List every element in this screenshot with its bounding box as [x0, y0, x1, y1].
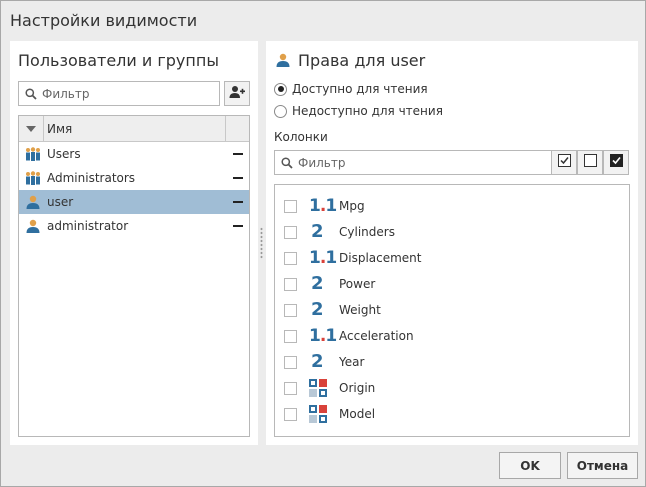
- radio-readable-button[interactable]: [274, 82, 287, 96]
- column-label: Weight: [339, 303, 381, 317]
- user-icon: [19, 195, 47, 209]
- column-item[interactable]: 1.1 Mpg: [275, 193, 629, 219]
- checkbox-checked-outline-icon: [557, 154, 571, 171]
- column-item[interactable]: 1.1 Displacement: [275, 245, 629, 271]
- row-label: Users: [47, 147, 81, 161]
- cancel-button[interactable]: Отмена: [567, 452, 638, 479]
- column-item[interactable]: Origin: [275, 375, 629, 401]
- column-label: Displacement: [339, 251, 422, 265]
- permissions-panel: Права для user Доступно для чтения Недос…: [266, 41, 638, 445]
- integer-type-icon: 2: [311, 299, 324, 320]
- users-filter[interactable]: [18, 81, 220, 106]
- column-item[interactable]: Model: [275, 401, 629, 427]
- visibility-settings-dialog: Настройки видимости Пользователи и групп…: [0, 0, 646, 487]
- columns-filter[interactable]: [274, 150, 552, 175]
- float-type-icon: 1.1: [309, 195, 337, 216]
- users-table: Имя Users Administrators user administra…: [18, 115, 250, 437]
- column-item[interactable]: 2 Power: [275, 271, 629, 297]
- category-type-icon: [309, 405, 331, 423]
- group-icon: [19, 147, 47, 161]
- row-label: Administrators: [47, 171, 136, 185]
- users-groups-panel: Пользователи и группы Имя: [10, 41, 258, 445]
- category-type-icon: [309, 379, 331, 397]
- group-icon: [19, 171, 47, 185]
- column-checkbox[interactable]: [284, 303, 297, 317]
- users-table-header: Имя: [19, 116, 249, 142]
- dialog-title: Настройки видимости: [10, 11, 198, 30]
- checkbox-filled-icon: [609, 154, 623, 171]
- remove-icon[interactable]: [233, 201, 243, 203]
- radio-readable-label: Доступно для чтения: [292, 82, 428, 96]
- chevron-down-icon: [26, 121, 36, 136]
- column-checkbox[interactable]: [284, 329, 297, 343]
- remove-icon[interactable]: [233, 153, 243, 155]
- column-checkbox[interactable]: [284, 251, 297, 265]
- columns-label: Колонки: [274, 130, 328, 144]
- radio-not-readable[interactable]: Недоступно для чтения: [274, 104, 443, 118]
- panel-splitter-handle[interactable]: [260, 227, 263, 259]
- column-checkbox[interactable]: [284, 381, 297, 395]
- integer-type-icon: 2: [311, 273, 324, 294]
- column-label: Acceleration: [339, 329, 414, 343]
- column-checkbox[interactable]: [284, 355, 297, 369]
- columns-filter-input[interactable]: [298, 155, 448, 170]
- column-item[interactable]: 2 Year: [275, 349, 629, 375]
- radio-not-readable-label: Недоступно для чтения: [292, 104, 443, 118]
- permissions-title: Права для user: [298, 51, 426, 70]
- deselect-all-button[interactable]: [577, 150, 603, 175]
- column-item[interactable]: 1.1 Acceleration: [275, 323, 629, 349]
- column-label: Year: [339, 355, 365, 369]
- integer-type-icon: 2: [311, 221, 324, 242]
- column-label: Power: [339, 277, 376, 291]
- float-type-icon: 1.1: [309, 325, 337, 346]
- checkbox-empty-icon: [583, 154, 597, 171]
- integer-type-icon: 2: [311, 351, 324, 372]
- row-label: administrator: [47, 219, 129, 233]
- radio-not-readable-button[interactable]: [274, 104, 287, 118]
- column-item[interactable]: 2 Weight: [275, 297, 629, 323]
- column-label: Origin: [339, 381, 376, 395]
- ok-button[interactable]: OK: [499, 452, 561, 479]
- select-partial-button[interactable]: [551, 150, 577, 175]
- row-label: user: [47, 195, 74, 209]
- radio-readable[interactable]: Доступно для чтения: [274, 82, 428, 96]
- float-type-icon: 1.1: [309, 247, 337, 268]
- table-row-administrator[interactable]: administrator: [19, 214, 249, 238]
- column-header-spacer: [225, 116, 249, 141]
- table-row-administrators[interactable]: Administrators: [19, 166, 249, 190]
- search-icon: [25, 87, 37, 100]
- column-label: Model: [339, 407, 376, 421]
- add-user-button[interactable]: [224, 81, 250, 106]
- column-checkbox[interactable]: [284, 225, 297, 239]
- search-icon: [281, 156, 293, 169]
- table-row-users[interactable]: Users: [19, 142, 249, 166]
- users-groups-title: Пользователи и группы: [18, 51, 219, 70]
- column-checkbox[interactable]: [284, 407, 297, 421]
- column-item[interactable]: 2 Cylinders: [275, 219, 629, 245]
- column-checkbox[interactable]: [284, 199, 297, 213]
- sort-toggle[interactable]: [19, 116, 44, 141]
- column-label: Mpg: [339, 199, 365, 213]
- user-icon: [276, 53, 290, 71]
- users-filter-input[interactable]: [42, 86, 192, 101]
- table-row-user[interactable]: user: [19, 190, 249, 214]
- column-label: Cylinders: [339, 225, 395, 239]
- add-user-icon: [229, 85, 245, 103]
- user-icon: [19, 219, 47, 233]
- remove-icon[interactable]: [233, 225, 243, 227]
- remove-icon[interactable]: [233, 177, 243, 179]
- columns-list: 1.1 Mpg 2 Cylinders 1.1 Displacement 2 Power 2 We…: [274, 184, 630, 437]
- column-checkbox[interactable]: [284, 277, 297, 291]
- column-header-name[interactable]: Имя: [44, 116, 225, 141]
- select-all-button[interactable]: [603, 150, 629, 175]
